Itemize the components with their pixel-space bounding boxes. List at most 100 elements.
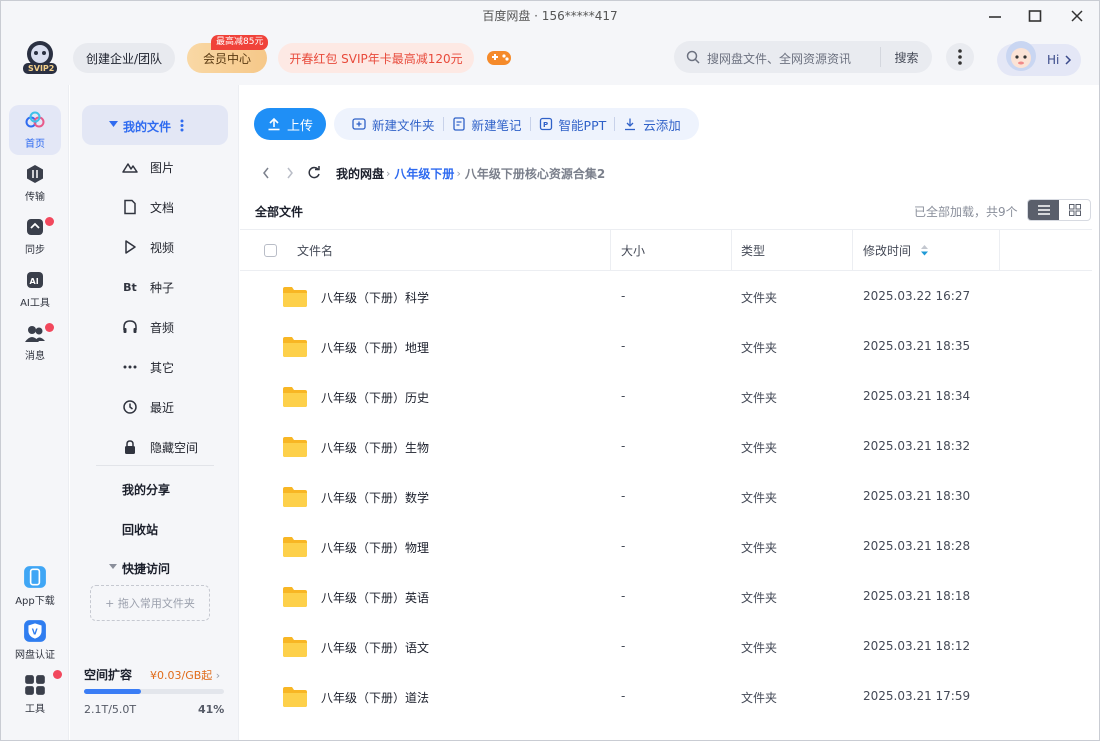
- ppt-icon: P: [539, 117, 552, 131]
- nav-item-documents[interactable]: 文档: [122, 192, 232, 222]
- nav-my-files[interactable]: 我的文件: [82, 105, 228, 145]
- breadcrumb: 我的网盘 › 八年级下册 › 八年级下册核心资源合集2: [254, 163, 1084, 183]
- search-icon: [686, 50, 700, 64]
- file-modified: 2025.03.21 18:34: [863, 389, 971, 403]
- nav-item-audio[interactable]: 音频: [122, 312, 232, 342]
- refresh-button[interactable]: [302, 163, 326, 183]
- nav-my-share[interactable]: 我的分享: [122, 481, 170, 498]
- chevron-right-icon: [287, 167, 293, 179]
- file-type: 文件夹: [741, 441, 778, 455]
- table-row[interactable]: 八年级（下册）物理 - 文件夹 2025.03.21 18:28: [240, 522, 1092, 572]
- column-size[interactable]: 大小: [621, 230, 645, 271]
- back-button[interactable]: [254, 163, 278, 183]
- main-content: 上传 新建文件夹 新建笔记 P 智能PPT 云添加 我的网盘 › 八年级下册 ›…: [240, 85, 1099, 740]
- note-icon: [452, 117, 465, 131]
- table-row[interactable]: 八年级（下册）生物 - 文件夹 2025.03.21 18:32: [240, 422, 1092, 472]
- file-type: 文件夹: [741, 341, 778, 355]
- cloud-add-button[interactable]: 云添加: [615, 108, 689, 140]
- new-note-button[interactable]: 新建笔记: [444, 108, 530, 140]
- close-button[interactable]: [1059, 1, 1095, 31]
- nav-item-label: 隐藏空间: [150, 440, 199, 455]
- promo-banner[interactable]: 开春红包 SVIP年卡最高减120元: [278, 43, 474, 73]
- column-name[interactable]: 文件名: [297, 230, 333, 271]
- left-rail: 首页 传输 同步 AI AI工具 消息 App下载 V 网盘认证 工具: [1, 85, 69, 740]
- quick-access-drop-zone[interactable]: + 拖入常用文件夹: [90, 585, 210, 621]
- nav-item-hidden-space[interactable]: 隐藏空间: [122, 432, 232, 462]
- nav-item-recent[interactable]: 最近: [122, 392, 232, 422]
- rail-item-home[interactable]: 首页: [9, 105, 61, 155]
- nav-item-torrents[interactable]: Bt 种子: [122, 272, 232, 302]
- new-folder-button[interactable]: 新建文件夹: [344, 108, 443, 140]
- file-name[interactable]: 八年级（下册）历史: [321, 389, 429, 406]
- file-modified: 2025.03.22 16:27: [863, 289, 971, 303]
- search-input[interactable]: 搜网盘文件、全网资源资讯: [707, 50, 851, 67]
- breadcrumb-root[interactable]: 我的网盘: [336, 165, 384, 182]
- chevron-left-icon: [263, 167, 269, 179]
- list-header-row: 全部文件 已全部加载，共9个: [240, 190, 1092, 230]
- file-name[interactable]: 八年级（下册）英语: [321, 589, 429, 606]
- rail-item-verify[interactable]: V 网盘认证: [9, 613, 61, 667]
- file-name[interactable]: 八年级（下册）道法: [321, 689, 429, 706]
- nav-recycle-bin[interactable]: 回收站: [122, 521, 158, 538]
- forward-button[interactable]: [278, 163, 302, 183]
- file-size: -: [621, 439, 626, 453]
- nav-quick-access[interactable]: 快捷访问: [109, 560, 171, 577]
- nav-item-other[interactable]: 其它: [122, 352, 232, 382]
- folder-icon: [283, 537, 307, 557]
- close-icon: [1071, 10, 1083, 22]
- game-gift-icon[interactable]: [485, 45, 513, 69]
- toolbar: 上传 新建文件夹 新建笔记 P 智能PPT 云添加: [254, 107, 699, 141]
- rail-label-verify: 网盘认证: [15, 650, 55, 661]
- table-row[interactable]: 八年级（下册）语文 - 文件夹 2025.03.21 18:12: [240, 622, 1092, 672]
- chevron-right-icon: ›: [215, 669, 221, 682]
- file-name[interactable]: 八年级（下册）物理: [321, 539, 429, 556]
- column-divider: [852, 230, 853, 271]
- upload-button[interactable]: 上传: [254, 108, 326, 140]
- file-name[interactable]: 八年级（下册）数学: [321, 489, 429, 506]
- rail-label-tools: 工具: [25, 704, 45, 715]
- more-vertical-icon[interactable]: [180, 119, 184, 132]
- rail-item-transfer[interactable]: 传输: [9, 158, 61, 208]
- table-row[interactable]: 八年级（下册）科学 - 文件夹 2025.03.22 16:27: [240, 272, 1092, 322]
- svip-badge[interactable]: SVIP2: [19, 39, 61, 75]
- user-profile-pill[interactable]: Hi: [997, 41, 1081, 76]
- select-all-checkbox[interactable]: [264, 244, 277, 257]
- side-nav: 我的文件 图片 文档 视频 Bt 种子 音频 其它 最近 隐藏空间 我的分享 回…: [70, 85, 239, 740]
- more-menu-button[interactable]: [946, 43, 974, 71]
- file-name[interactable]: 八年级（下册）科学: [321, 289, 429, 306]
- table-row[interactable]: 八年级（下册）道法 - 文件夹 2025.03.21 17:59: [240, 672, 1092, 722]
- folder-icon: [283, 487, 307, 507]
- storage-expand-title[interactable]: 空间扩容: [84, 666, 132, 683]
- nav-quick-access-label: 快捷访问: [122, 562, 171, 576]
- minimize-button[interactable]: [977, 1, 1013, 31]
- breadcrumb-mid[interactable]: 八年级下册: [394, 165, 454, 182]
- folder-icon: [283, 387, 307, 407]
- column-type[interactable]: 类型: [741, 230, 765, 271]
- nav-item-label: 图片: [150, 160, 175, 175]
- table-row[interactable]: 八年级（下册）数学 - 文件夹 2025.03.21 18:30: [240, 472, 1092, 522]
- file-name[interactable]: 八年级（下册）地理: [321, 339, 429, 356]
- nav-item-videos[interactable]: 视频: [122, 232, 232, 262]
- app-window: 百度网盘 · 156*****417 SVIP2 创建企业/团队 会员中心 最高…: [0, 0, 1100, 741]
- file-name[interactable]: 八年级（下册）生物: [321, 439, 429, 456]
- list-view-button[interactable]: [1028, 200, 1059, 220]
- file-size: -: [621, 289, 626, 303]
- table-header: 文件名 大小 类型 修改时间: [240, 230, 1092, 271]
- search-button[interactable]: 搜索: [880, 47, 932, 67]
- rail-item-app-download[interactable]: App下载: [9, 559, 61, 613]
- file-name[interactable]: 八年级（下册）语文: [321, 639, 429, 656]
- search-box[interactable]: 搜网盘文件、全网资源资讯 搜索: [674, 41, 932, 73]
- table-row[interactable]: 八年级（下册）英语 - 文件夹 2025.03.21 18:18: [240, 572, 1092, 622]
- nav-item-images[interactable]: 图片: [122, 152, 232, 182]
- maximize-button[interactable]: [1017, 1, 1053, 31]
- smart-ppt-button[interactable]: P 智能PPT: [531, 108, 615, 140]
- grid-view-button[interactable]: [1059, 200, 1090, 220]
- table-row[interactable]: 八年级（下册）历史 - 文件夹 2025.03.21 18:34: [240, 372, 1092, 422]
- storage-expand-price[interactable]: ¥0.03/GB起 ›: [150, 667, 220, 683]
- create-team-button[interactable]: 创建企业/团队: [73, 43, 175, 73]
- column-modified[interactable]: 修改时间: [863, 230, 929, 271]
- rail-item-ai-tools[interactable]: AI AI工具: [9, 264, 61, 314]
- file-type: 文件夹: [741, 541, 778, 555]
- table-row[interactable]: 八年级（下册）地理 - 文件夹 2025.03.21 18:35: [240, 322, 1092, 372]
- upload-icon: [268, 117, 280, 131]
